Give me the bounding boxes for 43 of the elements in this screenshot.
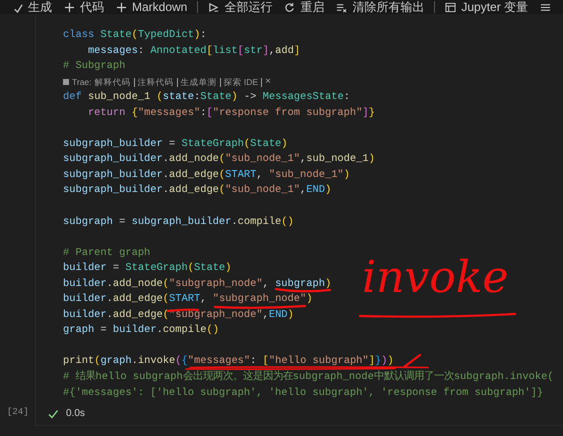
hint-link[interactable]: 探索 IDE: [224, 76, 258, 89]
code-line: builder.add_edge("subgraph_node",END): [63, 308, 294, 323]
plus-icon: [64, 2, 75, 12]
code-line: builder = StateGraph(State): [63, 261, 232, 276]
hint-link[interactable]: 注释代码: [138, 76, 174, 89]
code-line: subgraph = subgraph_builder.compile(): [63, 214, 294, 230]
restart-icon: [284, 2, 296, 12]
plus-icon: [116, 2, 127, 12]
toolbar-button[interactable]: 清除所有输出: [330, 0, 430, 14]
code-line: subgraph_builder.add_edge("sub_node_1",END): [63, 183, 332, 198]
code-line: class State(TypedDict):: [63, 28, 206, 43]
toolbar-button[interactable]: 全部运行: [202, 0, 278, 14]
code-line: builder.add_node("subgraph_node", subgraph): [63, 276, 332, 292]
code-line: # 结果hello subgraph会出现两次。这是因为在subgraph_node中默认调用了一次subgraph.invoke(: [63, 370, 554, 386]
list-icon: [540, 2, 552, 12]
code-line: subgraph_builder.add_node("sub_node_1",sub_node_1): [63, 152, 375, 168]
code-line: print(graph.invoke({"messages": ["hello subgraph"]})): [63, 354, 394, 370]
hint-label: Trae:: [72, 76, 92, 89]
clear-output-icon: [336, 2, 348, 12]
toolbar-button[interactable]: Jupyter 变量: [439, 0, 534, 14]
code-line: # Subgraph: [63, 59, 126, 74]
close-button[interactable]: ×: [265, 77, 271, 88]
run-all-icon: [208, 2, 220, 12]
execution-count: [24]: [7, 406, 30, 418]
square-icon: [63, 79, 69, 86]
code-line: messages: Annotated[list[str],add]: [86, 44, 300, 59]
code-line: subgraph_builder = StateGraph(State): [63, 136, 288, 152]
code-line: # Parent graph: [63, 246, 150, 261]
handwritten-note: invoke: [362, 251, 508, 305]
table-icon: [445, 2, 456, 12]
hint-link[interactable]: 生成单测: [180, 76, 217, 89]
code-line: def sub_node_1 (state:State) -> MessagesState:: [63, 90, 350, 106]
execution-time: 0.0s: [66, 407, 85, 422]
code-line: return {"messages":["response from subgraph"]}: [86, 106, 375, 121]
code-line: builder.add_edge(START, "subgraph_node"): [63, 292, 312, 308]
toolbar-button[interactable]: 生成: [6, 0, 58, 14]
toolbar-button[interactable]: 代码: [58, 0, 110, 14]
toolbar-button[interactable]: 重启: [278, 0, 330, 14]
code-line: subgraph_builder.add_edge(START, "sub_node_1"): [63, 168, 350, 183]
hint-link[interactable]: 解释代码: [94, 76, 131, 89]
code-line: graph = builder.compile(): [63, 323, 219, 338]
code-line: #{'messages': ['hello subgraph', 'hello subgraph', 'response from subgraph']}: [63, 386, 544, 401]
toolbar-button[interactable]: Markdown: [110, 0, 194, 14]
